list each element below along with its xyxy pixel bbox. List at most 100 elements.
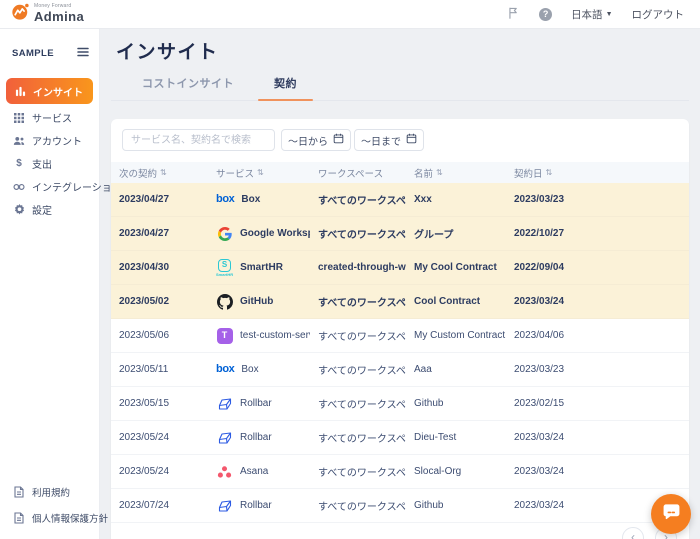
rollbar-logo	[216, 429, 233, 447]
table-row[interactable]: 2023/07/24 Rollbar すべてのワークスペース Github 20…	[111, 489, 689, 523]
dollar-icon: $	[13, 158, 25, 169]
service-cell: Rollbar	[208, 497, 310, 515]
next-contract-cell: 2023/05/11	[111, 364, 208, 375]
table-row[interactable]: 2023/04/27 box Box すべてのワークスペース Xxx 2023/…	[111, 183, 689, 217]
rollbar-logo	[216, 395, 233, 413]
page-title: インサイト	[116, 37, 689, 64]
next-contract-cell: 2023/04/30	[111, 262, 208, 273]
document-icon	[13, 486, 25, 498]
calendar-icon	[406, 133, 417, 147]
link-icon	[13, 183, 25, 191]
column-header-workspace: ワークスペース	[310, 166, 406, 180]
top-bar: Money Forward Admina ? 日本語 ▼ ログアウト	[0, 0, 700, 29]
contracts-table: 次の契約⇅ サービス⇅ ワークスペース 名前⇅ 契約日⇅ 2023/04/27 …	[111, 162, 689, 523]
service-cell: Rollbar	[208, 429, 310, 447]
pagination: ‹ ›	[111, 523, 689, 539]
rollbar-logo	[216, 497, 233, 515]
table-row[interactable]: 2023/05/11 box Box すべてのワークスペース Aaa 2023/…	[111, 353, 689, 387]
google-workspace-logo	[216, 225, 233, 243]
table-row[interactable]: 2023/05/24 Asana すべてのワークスペース Slocal-Org …	[111, 455, 689, 489]
workspace-cell: すべてのワークスペース	[310, 396, 406, 411]
language-selector[interactable]: 日本語 ▼	[571, 7, 612, 22]
sidebar-item-accounts[interactable]: アカウント	[0, 129, 99, 152]
contract-date-cell: 2022/09/04	[506, 262, 689, 273]
main-content: インサイト コストインサイト契約 〜日から 〜日まで	[100, 29, 700, 539]
calendar-icon	[333, 133, 344, 147]
box-logo: box	[216, 361, 234, 379]
workspace-cell: すべてのワークスペース	[310, 430, 406, 445]
box-logo: box	[216, 191, 234, 209]
service-cell: GitHub	[208, 293, 310, 311]
sort-icon: ⇅	[436, 168, 443, 177]
sidebar-nav: インサイト サービス アカウント $ 支出 インテグレーション 設定	[0, 78, 99, 221]
table-row[interactable]: 2023/04/30 SSmartHR SmartHR created-thro…	[111, 251, 689, 285]
contract-date-cell: 2023/03/24	[506, 296, 689, 307]
tab-cost-insight[interactable]: コストインサイト	[142, 75, 234, 100]
contract-date-cell: 2023/03/24	[506, 466, 689, 477]
custom-service-avatar: T	[216, 327, 233, 345]
name-cell: My Cool Contract	[406, 262, 506, 273]
chat-widget-button[interactable]	[651, 494, 691, 534]
sort-icon: ⇅	[546, 168, 553, 177]
column-header-service[interactable]: サービス⇅	[208, 166, 310, 180]
tab-contract[interactable]: 契約	[258, 75, 313, 100]
sidebar-item-integrations[interactable]: インテグレーション	[0, 175, 99, 198]
table-row[interactable]: 2023/05/24 Rollbar すべてのワークスペース Dieu-Test…	[111, 421, 689, 455]
workspace-cell: すべてのワークスペース	[310, 328, 406, 343]
service-cell: Asana	[208, 463, 310, 481]
name-cell: Aaa	[406, 364, 506, 375]
column-header-name[interactable]: 名前⇅	[406, 166, 506, 180]
whats-new-flag-icon[interactable]	[506, 6, 520, 23]
contract-date-cell: 2023/03/24	[506, 432, 689, 443]
next-contract-cell: 2023/05/24	[111, 432, 208, 443]
table-row[interactable]: 2023/04/27 Google Workspace すべてのワークスペース …	[111, 217, 689, 251]
admina-logo: Money Forward Admina	[12, 3, 84, 25]
date-from-picker[interactable]: 〜日から	[281, 129, 351, 151]
table-header-row: 次の契約⇅ サービス⇅ ワークスペース 名前⇅ 契約日⇅	[111, 162, 689, 183]
workspace-cell: すべてのワークスペース	[310, 294, 406, 309]
grid-icon	[13, 113, 25, 123]
smarthr-logo: SSmartHR	[216, 259, 233, 277]
column-header-next-contract[interactable]: 次の契約⇅	[111, 166, 208, 180]
name-cell: My Custom Contract	[406, 330, 506, 341]
sidebar-footer: 利用規約 個人情報保護方針	[0, 479, 99, 539]
search-input[interactable]	[122, 129, 275, 151]
name-cell: Cool Contract	[406, 296, 506, 307]
contract-date-cell: 2023/02/15	[506, 398, 689, 409]
name-cell: Github	[406, 500, 506, 511]
sidebar-item-settings[interactable]: 設定	[0, 198, 99, 221]
sidebar-item-insights[interactable]: インサイト	[6, 78, 93, 104]
column-header-contract-date[interactable]: 契約日⇅	[506, 166, 689, 180]
help-icon[interactable]: ?	[539, 8, 552, 21]
next-contract-cell: 2023/04/27	[111, 194, 208, 205]
logout-button[interactable]: ログアウト	[632, 7, 685, 22]
contract-date-cell: 2023/04/06	[506, 330, 689, 341]
service-cell: T test-custom-service	[208, 327, 310, 345]
gear-icon	[13, 204, 25, 215]
table-row[interactable]: 2023/05/15 Rollbar すべてのワークスペース Github 20…	[111, 387, 689, 421]
contract-date-cell: 2023/03/23	[506, 364, 689, 375]
date-to-picker[interactable]: 〜日まで	[354, 129, 424, 151]
chat-bubble-icon	[662, 502, 681, 526]
workspace-cell: すべてのワークスペース	[310, 498, 406, 513]
workspace-name: SAMPLE	[12, 48, 54, 59]
collapse-menu-icon[interactable]	[77, 44, 89, 62]
previous-page-button[interactable]: ‹	[622, 527, 644, 539]
brand-name: Admina	[34, 10, 84, 24]
workspace-cell: すべてのワークスペース	[310, 226, 406, 241]
service-cell: Google Workspace	[208, 225, 310, 243]
service-cell: box Box	[208, 361, 310, 379]
sort-icon: ⇅	[257, 168, 264, 177]
sidebar-link-terms[interactable]: 利用規約	[0, 479, 99, 505]
sidebar-item-spend[interactable]: $ 支出	[0, 152, 99, 175]
workspace-cell: すべてのワークスペース	[310, 362, 406, 377]
sidebar-item-services[interactable]: サービス	[0, 106, 99, 129]
name-cell: Xxx	[406, 194, 506, 205]
sidebar-link-privacy[interactable]: 個人情報保護方針	[0, 505, 99, 531]
contracts-card: 〜日から 〜日まで	[111, 119, 689, 539]
table-row[interactable]: 2023/05/02 GitHub すべてのワークスペース Cool Contr…	[111, 285, 689, 319]
service-cell: box Box	[208, 191, 310, 209]
table-row[interactable]: 2023/05/06 T test-custom-service すべてのワーク…	[111, 319, 689, 353]
next-contract-cell: 2023/05/15	[111, 398, 208, 409]
users-icon	[13, 136, 25, 146]
